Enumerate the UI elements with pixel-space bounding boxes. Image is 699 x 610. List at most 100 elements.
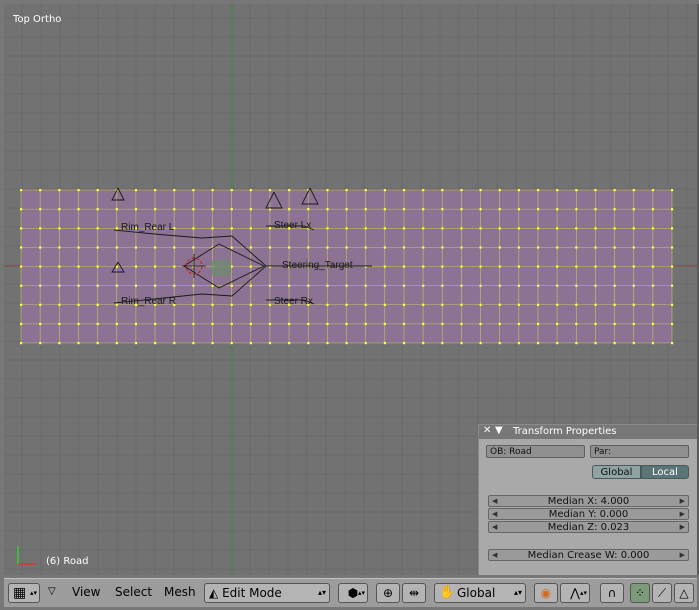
mesh-vertex [536,284,540,287]
mesh-vertex [268,284,272,287]
select-face-button[interactable]: △ [674,583,694,603]
panel-header[interactable]: ✕ ▼ Transform Properties [479,425,697,439]
increment-icon[interactable]: ▶ [680,496,685,507]
pivot-button[interactable]: ⊕ [376,583,400,603]
global-toggle[interactable]: Global [592,465,641,479]
mesh-vertex [479,208,482,211]
mesh-vertex [39,208,42,211]
mesh-vertex [173,342,176,345]
mesh-vertex [39,303,42,306]
object-name-field[interactable]: OB: Road [486,445,585,458]
editor-type-button[interactable]: ▦ ▴▾ [8,583,40,603]
mesh-vertex [383,284,386,287]
select-vertex-button[interactable]: ⁘ [630,583,650,603]
median-crease-value: Median Crease W: 0.000 [527,550,650,561]
decrement-icon[interactable]: ◀ [492,509,497,520]
local-toggle[interactable]: Local [641,465,689,479]
mesh-vertex [383,189,386,192]
manipulator-button[interactable]: ⇹ [402,583,426,603]
mesh-vertex [115,303,118,306]
mesh-vertex [96,265,99,268]
mesh-vertex [115,246,118,249]
decrement-icon[interactable]: ◀ [492,550,497,561]
bone-label: Rim_Rear R [121,296,176,307]
object-status-label: (6) Road [46,556,89,567]
median-z-value: Median Z: 0.023 [547,522,630,533]
mesh-vertex [364,284,367,287]
mesh-vertex [364,227,367,230]
mesh-vertex [96,303,99,306]
snap-button[interactable]: ∩ [600,583,624,603]
face-select-icon: △ [679,586,689,600]
selected-bone-region [211,260,231,276]
mesh-vertex [575,189,578,192]
mesh-vertex [402,246,406,249]
mesh-vertex [326,208,329,211]
mesh-vertex [115,322,118,326]
mesh-vertex [96,227,99,230]
median-x-field[interactable]: ◀ Median X: 4.000 ▶ [488,495,689,507]
median-y-value: Median Y: 0.000 [548,509,629,520]
mesh-vertex [307,208,310,211]
3d-viewport[interactable]: Rim_Rear L Rim_Rear R Steer Lx Steer Rx Stee… [4,4,699,575]
mesh-vertex [154,284,157,287]
mesh-vertex [192,189,195,192]
close-icon[interactable]: ✕ [483,425,491,436]
mesh-vertex [441,246,444,249]
mesh-vertex [77,265,80,268]
collapse-icon[interactable]: ▼ [495,425,503,436]
mesh-vertex [671,208,674,211]
mesh-vertex [364,189,367,192]
mesh-vertex [594,284,597,287]
mesh-vertex [613,246,616,249]
proportional-edit-button[interactable]: ◉ [534,583,558,603]
median-crease-field[interactable]: ◀ Median Crease W: 0.000 ▶ [488,549,689,561]
dropdown-icon: ▴▾ [579,589,587,597]
mesh-vertex [134,284,138,287]
parent-field[interactable]: Par: [590,445,689,458]
blender-window: Rim_Rear L Rim_Rear R Steer Lx Steer Rx Stee… [0,0,699,610]
mesh-vertex [249,208,252,211]
triangle-down-icon[interactable]: ▽ [48,583,62,603]
mode-select[interactable]: ◭ Edit Mode ▴▾ [204,583,330,603]
menu-view[interactable]: View [68,583,104,603]
mesh-vertex [632,322,635,326]
falloff-button[interactable]: ⋀ ▴▾ [560,583,590,603]
menu-select[interactable]: Select [111,583,156,603]
proportional-circle-icon: ◉ [540,586,552,600]
mesh-vertex [613,208,616,211]
orientation-select[interactable]: ✋ Global ▴▾ [434,583,526,603]
increment-icon[interactable]: ▶ [680,550,685,561]
median-z-field[interactable]: ◀ Median Z: 0.023 ▶ [488,521,689,533]
viewport-header: ▦ ▴▾ ▽ View Select Mesh ◭ Edit Mode ▴▾ ⬢… [4,578,697,607]
menu-mesh[interactable]: Mesh [160,583,200,603]
mesh-vertex [632,189,635,192]
mesh-vertex [288,246,291,249]
mesh-vertex [651,284,655,287]
mesh-vertex [230,246,233,249]
increment-icon[interactable]: ▶ [680,522,685,533]
draw-type-button[interactable]: ⬢ ▴▾ [338,583,368,603]
increment-icon[interactable]: ▶ [680,509,685,520]
mesh-vertex [96,189,99,192]
mesh-vertex [517,322,521,326]
mesh-vertex [441,342,444,345]
mesh-vertex [422,342,425,345]
mesh-vertex [498,284,501,287]
mesh-vertex [460,284,463,287]
decrement-icon[interactable]: ◀ [492,496,497,507]
mesh-vertex [498,342,501,345]
mesh-vertex [651,303,655,306]
dropdown-icon: ▴▾ [29,589,37,597]
mesh-vertex [441,189,444,192]
mesh-vertex [575,303,578,306]
select-edge-button[interactable]: ⟋ [652,583,672,603]
median-y-field[interactable]: ◀ Median Y: 0.000 ▶ [488,508,689,520]
mesh-vertex [58,227,61,230]
decrement-icon[interactable]: ◀ [492,522,497,533]
mesh-vertex [154,342,157,345]
mesh-vertex [192,342,195,345]
crosshair-icon: ⊕ [382,586,394,600]
mesh-vertex [20,208,23,211]
mesh-vertex [575,227,578,230]
